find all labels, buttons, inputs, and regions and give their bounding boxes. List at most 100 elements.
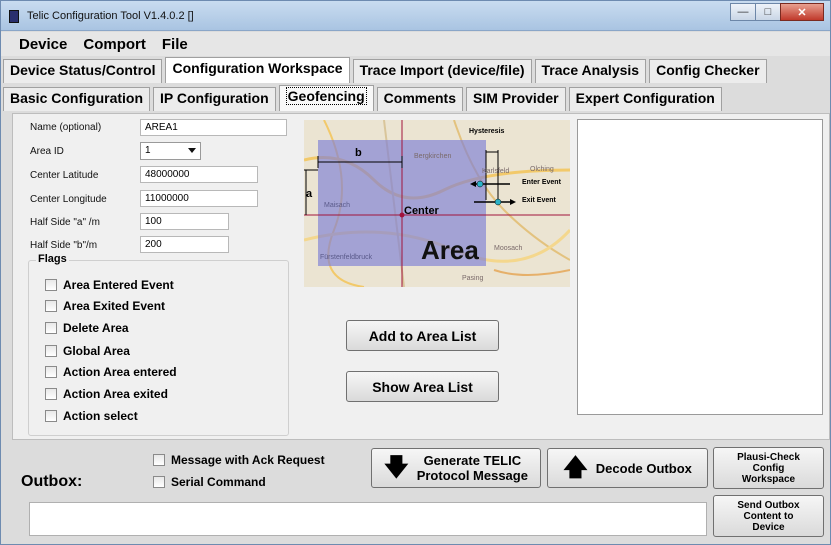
main-tab-row: Device Status/Control Configuration Work… (3, 57, 770, 83)
chevron-down-icon (188, 148, 196, 153)
menu-comport[interactable]: Comport (83, 36, 146, 53)
plausi-label-line2: Config (752, 462, 785, 474)
send-label-line1: Send Outbox (737, 499, 800, 511)
side-a-label: a (306, 188, 313, 200)
checkbox[interactable] (45, 388, 57, 400)
flag-area-exited-event[interactable]: Area Exited Event (45, 299, 165, 313)
serial-command-option[interactable]: Serial Command (153, 475, 266, 489)
minimize-icon: — (737, 6, 749, 18)
checkbox[interactable] (45, 366, 57, 378)
area-id-value: 1 (145, 145, 151, 156)
flag-area-entered-event[interactable]: Area Entered Event (45, 278, 174, 292)
serial-command-label: Serial Command (171, 475, 266, 489)
half-side-a-label: Half Side "a" /m (30, 217, 100, 228)
half-side-b-label: Half Side "b"/m (30, 240, 98, 251)
add-to-area-list-button[interactable]: Add to Area List (346, 320, 499, 351)
checkbox[interactable] (153, 476, 165, 488)
checkbox[interactable] (153, 454, 165, 466)
center-longitude-label: Center Longitude (30, 194, 107, 205)
generate-label-line1: Generate TELIC (423, 453, 522, 468)
geofence-map-illustration: Hysteresis b a Center Area Enter Event E… (304, 120, 570, 287)
checkbox[interactable] (45, 345, 57, 357)
exit-event-label: Exit Event (522, 197, 556, 204)
flag-label: Action Area entered (63, 365, 177, 379)
plausi-label-line3: Workspace (741, 473, 796, 485)
show-area-list-button[interactable]: Show Area List (346, 371, 499, 402)
send-outbox-button[interactable]: Send Outbox Content to Device (713, 495, 824, 537)
arrow-up-icon: 🡅 (563, 454, 588, 481)
flag-label: Area Entered Event (63, 278, 174, 292)
checkbox[interactable] (45, 322, 57, 334)
maximize-button[interactable]: □ (755, 3, 781, 21)
tab-device-status[interactable]: Device Status/Control (3, 59, 163, 83)
center-label: Center (404, 205, 439, 217)
flag-action-select[interactable]: Action select (45, 409, 138, 423)
area-id-select[interactable]: 1 (140, 142, 201, 160)
place-moosach: Moosach (494, 245, 523, 252)
menu-bar: Device Comport File (1, 32, 830, 56)
decode-outbox-button[interactable]: 🡅 Decode Outbox (547, 448, 708, 488)
arrow-down-icon: 🡇 (384, 454, 409, 481)
flag-label: Action select (63, 409, 138, 423)
plausi-check-button[interactable]: Plausi-Check Config Workspace (713, 447, 824, 489)
tab-configuration-workspace[interactable]: Configuration Workspace (165, 57, 350, 83)
half-side-a-input[interactable] (140, 213, 229, 230)
close-button[interactable]: ✕ (780, 3, 824, 21)
tab-trace-import[interactable]: Trace Import (device/file) (352, 59, 532, 83)
place-karlsfeld: Karlsfeld (482, 168, 510, 175)
close-icon: ✕ (797, 6, 807, 19)
flag-global-area[interactable]: Global Area (45, 344, 130, 358)
name-label: Name (optional) (30, 122, 102, 133)
center-latitude-label: Center Latitude (30, 170, 99, 181)
tab-comments[interactable]: Comments (376, 87, 464, 111)
flag-delete-area[interactable]: Delete Area (45, 321, 129, 335)
generate-telic-message-button[interactable]: 🡇 Generate TELIC Protocol Message (371, 448, 541, 488)
name-input[interactable] (140, 119, 287, 136)
flag-action-area-exited[interactable]: Action Area exited (45, 387, 168, 401)
flag-action-area-entered[interactable]: Action Area entered (45, 365, 177, 379)
hysteresis-label: Hysteresis (469, 128, 505, 135)
checkbox[interactable] (45, 279, 57, 291)
maximize-icon: □ (764, 6, 772, 18)
center-longitude-input[interactable] (140, 190, 258, 207)
app-icon (9, 10, 19, 23)
tab-sim-provider[interactable]: SIM Provider (466, 87, 566, 111)
generate-label-line2: Protocol Message (416, 468, 528, 483)
checkbox[interactable] (45, 410, 57, 422)
minimize-button[interactable]: — (730, 3, 756, 21)
window-title: Telic Configuration Tool V1.4.0.2 [] (27, 10, 194, 22)
title-bar: Telic Configuration Tool V1.4.0.2 [] — □… (1, 1, 830, 31)
half-side-b-input[interactable] (140, 236, 229, 253)
tab-config-checker[interactable]: Config Checker (649, 59, 767, 83)
send-label-line2: Content to (743, 510, 794, 522)
flag-label: Area Exited Event (63, 299, 166, 313)
place-fuerstenfeldbruck: Fürstenfeldbruck (320, 254, 373, 261)
flag-label: Delete Area (63, 321, 129, 335)
ack-request-option[interactable]: Message with Ack Request (153, 453, 325, 467)
tab-geofencing[interactable]: Geofencing (278, 85, 374, 111)
plausi-label-line1: Plausi-Check (737, 451, 800, 463)
side-b-label: b (355, 147, 362, 159)
center-latitude-input[interactable] (140, 166, 258, 183)
place-olching: Olching (530, 166, 554, 173)
outbox-textbox[interactable] (29, 502, 707, 536)
tab-geofencing-label: Geofencing (285, 87, 367, 105)
tab-ip-configuration[interactable]: IP Configuration (153, 87, 276, 111)
checkbox[interactable] (45, 300, 57, 312)
ack-request-label: Message with Ack Request (171, 453, 325, 467)
tab-basic-configuration[interactable]: Basic Configuration (3, 87, 151, 111)
area-label: Area (421, 235, 479, 265)
menu-device[interactable]: Device (19, 36, 67, 53)
area-list-box[interactable] (577, 119, 823, 415)
tab-expert-configuration[interactable]: Expert Configuration (568, 87, 722, 111)
add-to-area-list-label: Add to Area List (368, 327, 477, 344)
enter-event-label: Enter Event (522, 179, 561, 186)
outbox-label: Outbox: (21, 473, 83, 490)
tab-trace-analysis[interactable]: Trace Analysis (534, 59, 647, 83)
place-bergkirchen: Bergkirchen (414, 153, 452, 160)
decode-outbox-label: Decode Outbox (595, 460, 692, 476)
place-maisach: Maisach (324, 202, 351, 209)
main-window: Telic Configuration Tool V1.4.0.2 [] — □… (0, 0, 831, 545)
show-area-list-label: Show Area List (372, 378, 473, 395)
menu-file[interactable]: File (162, 36, 188, 53)
